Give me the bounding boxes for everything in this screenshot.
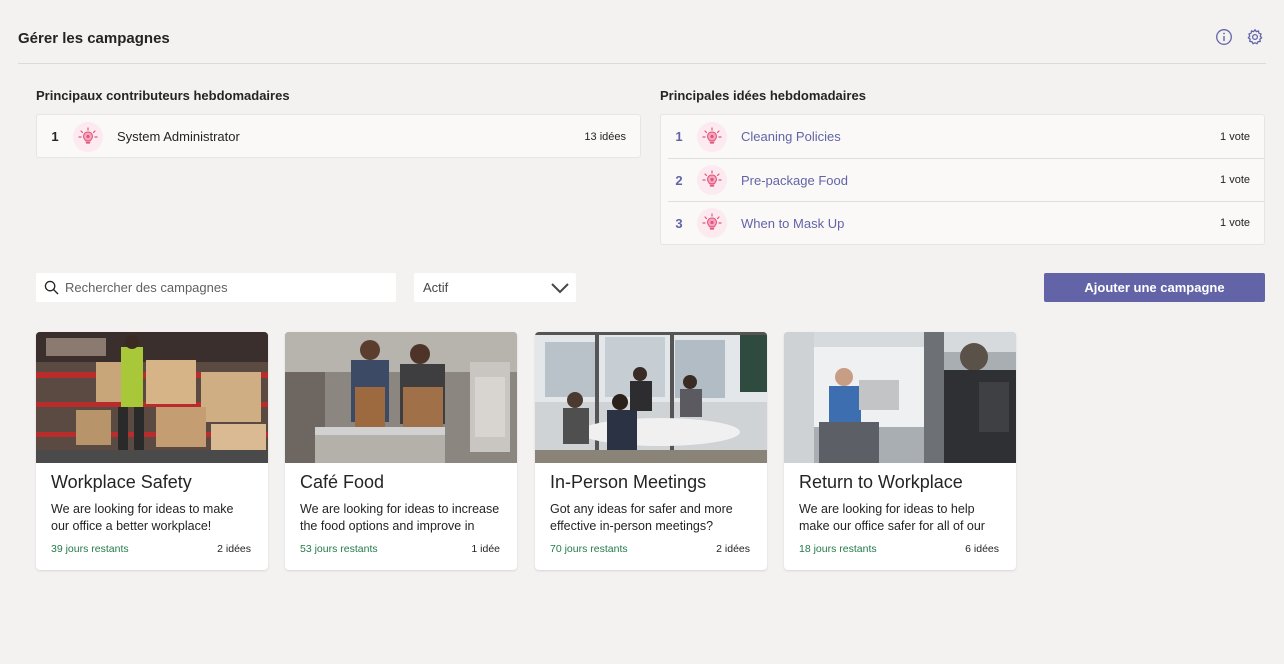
idea-rank: 3 bbox=[675, 215, 683, 231]
idea-rank: 2 bbox=[675, 172, 683, 188]
contributor-rank: 1 bbox=[51, 129, 59, 144]
campaign-title: Return to Workplace bbox=[799, 472, 963, 492]
cafe-kitchen-photo bbox=[285, 332, 517, 463]
campaign-idea-count: 6 idées bbox=[965, 543, 999, 555]
ideas-panel: 1 Cleaning Policies 1 vote 2 Pre-package… bbox=[660, 114, 1265, 245]
contributor-idea-count: 13 idées bbox=[584, 130, 626, 143]
campaign-card[interactable]: Workplace Safety We are looking for idea… bbox=[36, 332, 268, 570]
search-icon bbox=[44, 280, 59, 295]
campaign-idea-count: 1 idée bbox=[471, 543, 500, 555]
status-filter-value: Actif bbox=[423, 280, 449, 295]
campaign-idea-count: 2 idées bbox=[217, 543, 251, 555]
campaign-title: Café Food bbox=[300, 472, 385, 492]
contributor-name: System Administrator bbox=[117, 129, 240, 144]
idea-votes: 1 vote bbox=[1220, 174, 1250, 186]
search-box[interactable] bbox=[36, 273, 396, 302]
campaign-description: Got any ideas for safer and more effecti… bbox=[550, 502, 733, 533]
idea-link[interactable]: When to Mask Up bbox=[741, 216, 1220, 231]
campaign-days-remaining: 39 jours restants bbox=[51, 543, 129, 555]
campaign-description: We are looking for ideas to make our off… bbox=[51, 502, 234, 533]
campaign-card[interactable]: Return to Workplace We are looking for i… bbox=[784, 332, 1016, 570]
campaign-card[interactable]: Café Food We are looking for ideas to in… bbox=[285, 332, 517, 570]
campaign-title: Workplace Safety bbox=[51, 472, 192, 492]
campaign-description: We are looking for ideas to help make ou… bbox=[799, 502, 985, 533]
idea-votes: 1 vote bbox=[1220, 130, 1250, 143]
page-header bbox=[18, 0, 1266, 64]
campaign-idea-count: 2 idées bbox=[716, 543, 750, 555]
campaign-card[interactable]: In-Person Meetings Got any ideas for saf… bbox=[535, 332, 767, 570]
lightbulb-icon bbox=[697, 165, 727, 195]
idea-row[interactable]: 3 When to Mask Up 1 vote bbox=[668, 201, 1264, 244]
search-input[interactable] bbox=[65, 280, 365, 295]
lightbulb-icon bbox=[697, 208, 727, 238]
gear-icon[interactable] bbox=[1246, 28, 1264, 46]
warehouse-photo bbox=[36, 332, 268, 463]
idea-votes: 1 vote bbox=[1220, 217, 1250, 229]
campaign-days-remaining: 18 jours restants bbox=[799, 543, 877, 555]
campaign-description: We are looking for ideas to increase the… bbox=[300, 502, 500, 533]
idea-link[interactable]: Pre-package Food bbox=[741, 173, 1220, 188]
idea-row[interactable]: 2 Pre-package Food 1 vote bbox=[668, 158, 1264, 201]
idea-row[interactable]: 1 Cleaning Policies 1 vote bbox=[668, 115, 1264, 158]
ideas-heading: Principales idées hebdomadaires bbox=[660, 88, 866, 103]
contributor-row: 1 System Administrator 13 idées bbox=[37, 115, 640, 158]
chevron-down-icon bbox=[551, 282, 569, 293]
contributors-heading: Principaux contributeurs hebdomadaires bbox=[36, 88, 290, 103]
idea-link[interactable]: Cleaning Policies bbox=[741, 129, 1220, 144]
info-icon[interactable] bbox=[1215, 28, 1233, 46]
bus-driver-photo bbox=[784, 332, 1016, 463]
page-title: Gérer les campagnes bbox=[18, 30, 170, 47]
campaign-days-remaining: 53 jours restants bbox=[300, 543, 378, 555]
campaign-title: In-Person Meetings bbox=[550, 472, 707, 492]
lightbulb-icon bbox=[697, 121, 727, 152]
status-filter-dropdown[interactable]: Actif bbox=[414, 273, 576, 302]
lightbulb-icon bbox=[73, 121, 103, 152]
campaign-days-remaining: 70 jours restants bbox=[550, 543, 628, 555]
meeting-room-photo bbox=[535, 332, 767, 463]
add-campaign-button[interactable]: Ajouter une campagne bbox=[1044, 273, 1265, 302]
contributors-panel: 1 System Administrator 13 idées bbox=[36, 114, 641, 158]
idea-rank: 1 bbox=[675, 129, 683, 144]
